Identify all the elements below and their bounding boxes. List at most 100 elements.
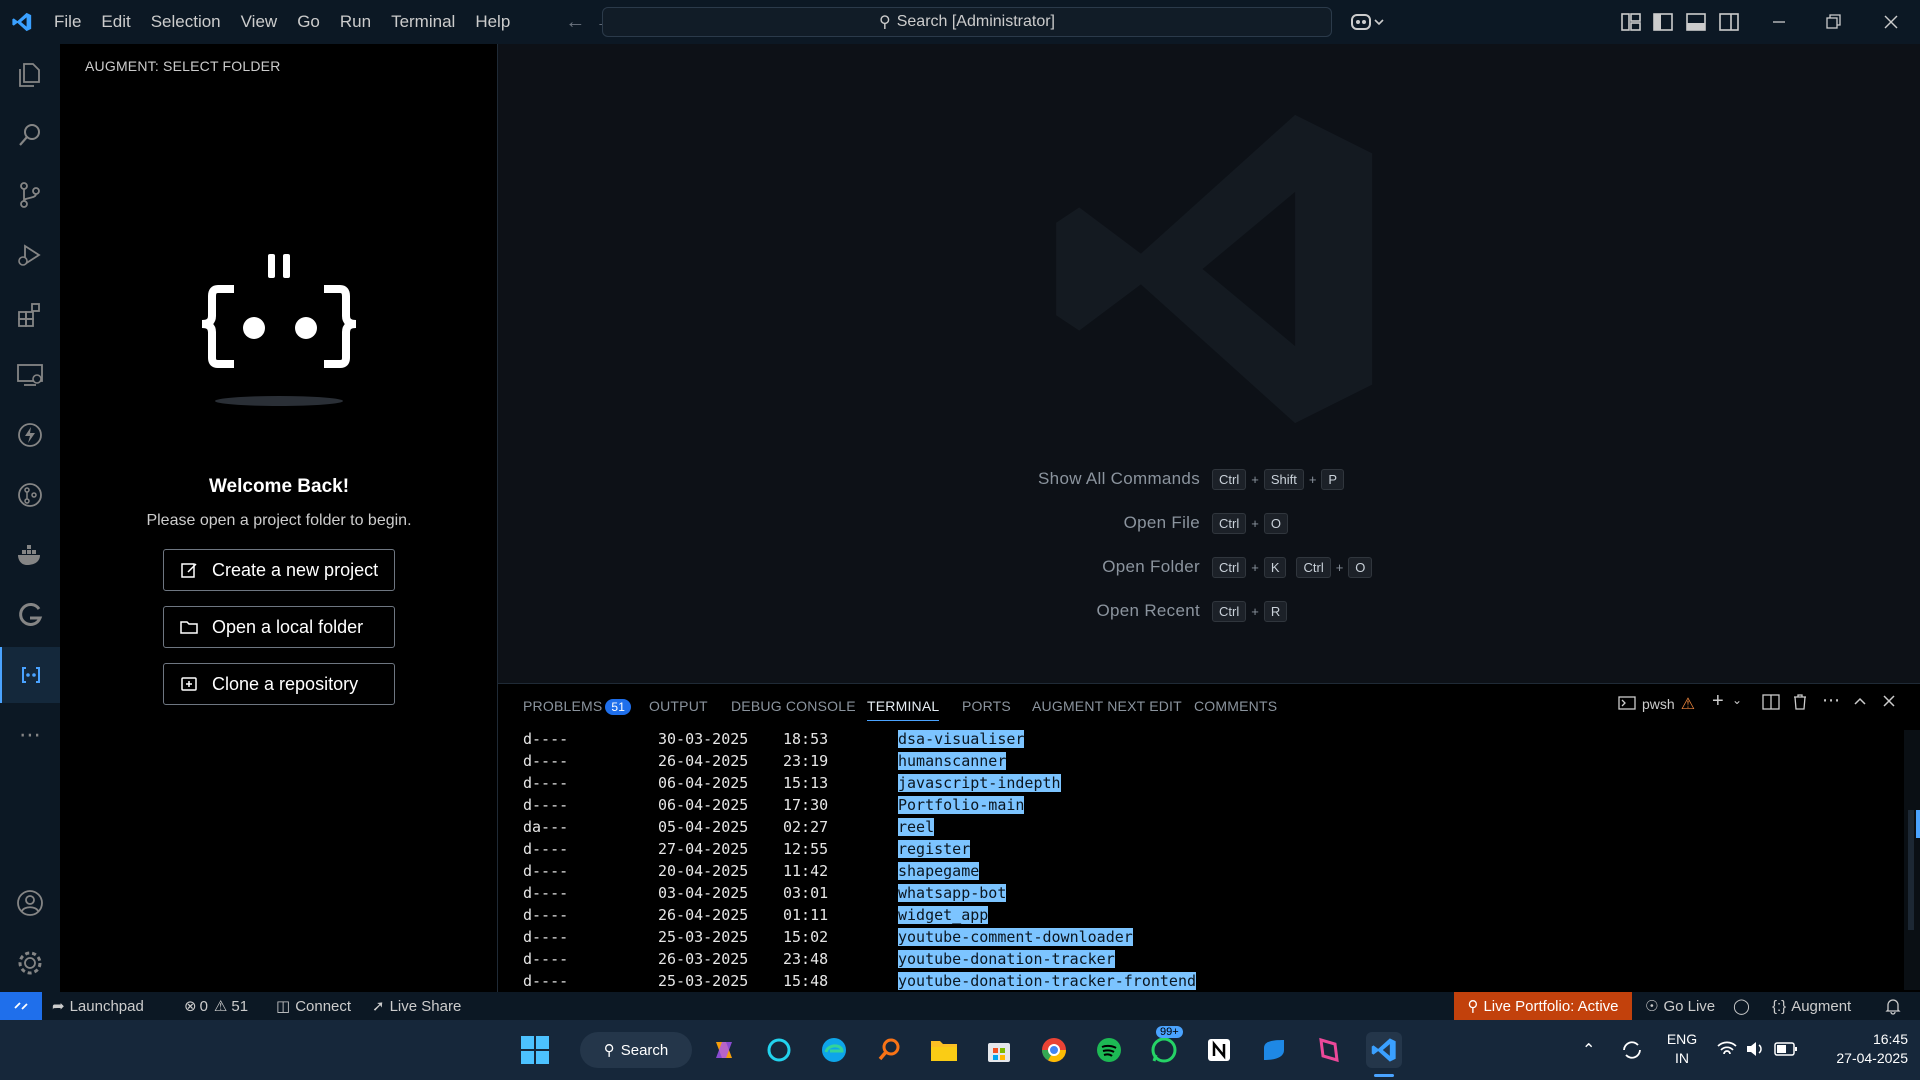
- menu-selection[interactable]: Selection: [141, 0, 231, 44]
- tab-augment-next-edit[interactable]: AUGMENT NEXT EDIT: [1032, 698, 1182, 714]
- terminal-line: d---- 06-04-2025 15:13 javascript-indepth: [523, 774, 1061, 792]
- clock-time: 16:45: [1872, 1031, 1908, 1047]
- toggle-secondary-sidebar-icon[interactable]: [1718, 11, 1740, 33]
- extensions-icon[interactable]: [0, 287, 60, 343]
- menu-terminal[interactable]: Terminal: [381, 0, 465, 44]
- run-debug-icon[interactable]: [0, 227, 60, 283]
- toggle-primary-sidebar-icon[interactable]: [1652, 11, 1674, 33]
- go-live-item[interactable]: ☉ Go Live: [1645, 992, 1715, 1020]
- copilot-app-icon[interactable]: [706, 1032, 742, 1068]
- blue-app-icon[interactable]: [1256, 1032, 1292, 1068]
- search-view-icon[interactable]: [0, 107, 60, 163]
- accounts-icon[interactable]: [0, 875, 60, 931]
- key-o: O: [1263, 512, 1288, 534]
- notion-icon[interactable]: [1201, 1032, 1237, 1068]
- tab-debug-console[interactable]: DEBUG CONSOLE: [731, 698, 856, 714]
- menu-edit[interactable]: Edit: [91, 0, 140, 44]
- menu-go[interactable]: Go: [287, 0, 330, 44]
- close-icon[interactable]: [1880, 11, 1902, 33]
- launchpad-item[interactable]: ➦ Launchpad: [52, 992, 144, 1020]
- cortana-ring-icon[interactable]: [761, 1032, 797, 1068]
- tab-problems-label: PROBLEMS: [523, 698, 603, 714]
- live-share-item[interactable]: ➚ Live Share: [372, 992, 461, 1020]
- volume-icon[interactable]: [1745, 1040, 1767, 1063]
- error-icon: ⊗: [184, 998, 197, 1015]
- terminal-output[interactable]: d---- 30-03-2025 18:53 dsa-visualiser d----…: [498, 730, 1898, 990]
- search-app-icon[interactable]: [871, 1032, 907, 1068]
- edge-browser-icon[interactable]: [816, 1032, 852, 1068]
- close-panel-icon[interactable]: [1882, 694, 1896, 713]
- battery-icon[interactable]: [1774, 1041, 1798, 1062]
- open-local-folder-button[interactable]: Open a local folder: [163, 606, 395, 648]
- gitlens-icon[interactable]: [0, 467, 60, 523]
- command-center-search[interactable]: ⚲ Search [Administrator]: [602, 7, 1332, 37]
- remote-explorer-icon[interactable]: [0, 347, 60, 403]
- notifications-bell-icon[interactable]: [1885, 992, 1901, 1020]
- gitkraken-icon[interactable]: [0, 587, 60, 643]
- terminal-line: d---- 27-04-2025 12:55 register: [523, 840, 971, 858]
- source-control-icon[interactable]: [0, 167, 60, 223]
- live-portfolio-status[interactable]: ⚲ Live Portfolio: Active: [1454, 992, 1632, 1020]
- menu-view[interactable]: View: [231, 0, 288, 44]
- new-terminal-icon[interactable]: +: [1712, 690, 1724, 713]
- terminal-scrollbar[interactable]: [1904, 730, 1920, 990]
- maximize-panel-icon[interactable]: [1852, 694, 1868, 713]
- editor-area: Show All Commands Ctrl + Shift + P Open Fi…: [498, 44, 1920, 683]
- system-clock[interactable]: 16:45 27-04-2025: [1808, 1030, 1908, 1068]
- tab-ports[interactable]: PORTS: [962, 698, 1011, 714]
- language-indicator[interactable]: ENG IN: [1664, 1030, 1700, 1068]
- clone-repository-button[interactable]: Clone a repository: [163, 663, 395, 705]
- manage-gear-icon[interactable]: [0, 935, 60, 991]
- customize-layout-icon[interactable]: [1620, 11, 1642, 33]
- launchpad-label: Launchpad: [69, 997, 144, 1015]
- toggle-panel-icon[interactable]: [1685, 11, 1707, 33]
- split-terminal-icon[interactable]: [1762, 694, 1780, 715]
- menu-help[interactable]: Help: [465, 0, 520, 44]
- tab-output[interactable]: OUTPUT: [649, 698, 708, 714]
- sync-icon[interactable]: [1620, 1038, 1644, 1067]
- restore-icon[interactable]: [1822, 11, 1844, 33]
- remote-indicator[interactable]: [0, 992, 42, 1020]
- augment-label: Augment: [1791, 997, 1852, 1015]
- lightning-icon[interactable]: [0, 407, 60, 463]
- windows-start-icon[interactable]: [517, 1032, 553, 1068]
- spotify-icon[interactable]: [1091, 1032, 1127, 1068]
- taskbar-search[interactable]: ⚲ Search: [580, 1032, 692, 1068]
- augment-robot-logo: [188, 254, 370, 436]
- more-views-icon[interactable]: ⋯: [0, 707, 60, 763]
- connect-item[interactable]: ◫ Connect: [276, 992, 351, 1020]
- docker-icon[interactable]: [0, 527, 60, 583]
- key-ctrl: Ctrl: [1212, 556, 1247, 578]
- microsoft-store-icon[interactable]: [981, 1032, 1017, 1068]
- clone-repository-label: Clone a repository: [212, 673, 359, 694]
- pink-app-icon[interactable]: [1311, 1032, 1347, 1068]
- augment-icon[interactable]: [0, 647, 60, 703]
- tab-terminal[interactable]: TERMINAL: [867, 698, 940, 721]
- chevron-up-icon[interactable]: ⌃: [1582, 1040, 1595, 1060]
- key-ctrl: Ctrl: [1212, 468, 1247, 490]
- file-explorer-icon[interactable]: [926, 1032, 962, 1068]
- trash-icon[interactable]: [1792, 693, 1808, 716]
- wifi-icon[interactable]: [1716, 1040, 1738, 1063]
- chrome-icon[interactable]: [1036, 1032, 1072, 1068]
- copilot-icon[interactable]: [1350, 11, 1386, 33]
- chevron-down-icon[interactable]: ⌄: [1732, 693, 1742, 707]
- create-project-button[interactable]: Create a new project: [163, 549, 395, 591]
- menu-file[interactable]: File: [44, 0, 91, 44]
- more-actions-icon[interactable]: ⋯: [1822, 690, 1840, 711]
- scrollbar-thumb[interactable]: [1908, 810, 1914, 930]
- problems-status[interactable]: ⊗ 0 ⚠ 51: [184, 992, 248, 1020]
- terminal-shell-selector[interactable]: pwsh ⚠: [1618, 693, 1695, 715]
- copilot-status-icon[interactable]: ◯: [1733, 992, 1750, 1020]
- welcome-subtitle: Please open a project folder to begin.: [146, 512, 412, 529]
- augment-status[interactable]: {:} Augment: [1772, 992, 1851, 1020]
- minimize-icon[interactable]: [1768, 11, 1790, 33]
- tab-comments[interactable]: COMMENTS: [1194, 698, 1277, 714]
- menu-run[interactable]: Run: [330, 0, 381, 44]
- vscode-taskbar-icon[interactable]: [1366, 1032, 1402, 1068]
- live-share-icon: ➚: [372, 998, 385, 1015]
- open-file-label: Open File: [1123, 513, 1200, 532]
- tab-problems[interactable]: PROBLEMS 51: [523, 698, 632, 715]
- back-arrow-icon[interactable]: ←: [560, 11, 590, 34]
- explorer-icon[interactable]: [0, 47, 60, 103]
